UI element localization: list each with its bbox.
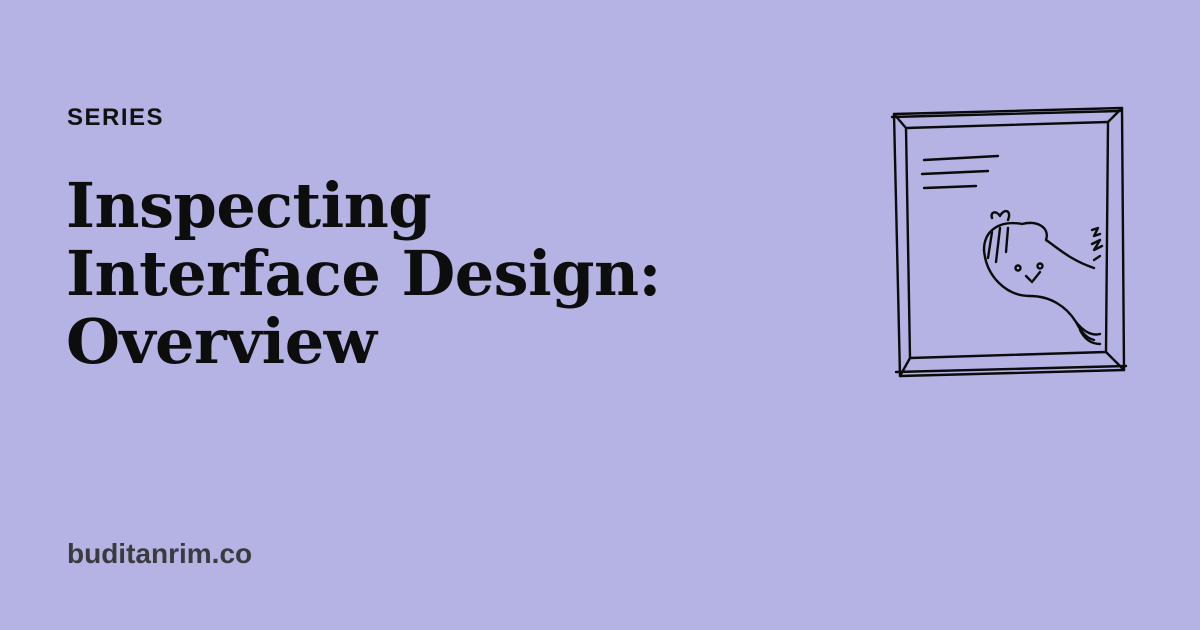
window-frame-inner <box>892 106 1126 378</box>
sketch-window-peeking-face-icon <box>890 106 1128 378</box>
series-label: SERIES <box>67 104 165 131</box>
social-card: SERIES Inspecting Interface Design: Over… <box>0 0 1200 630</box>
text-lines-sketch <box>920 154 1000 190</box>
page-title: Inspecting Interface Design: Overview <box>66 169 826 379</box>
title-line-1: Inspecting <box>66 169 432 242</box>
title-line-3: Overview <box>66 305 377 379</box>
window-frame-outer <box>890 106 1128 378</box>
hair-scribbles <box>1090 226 1104 262</box>
title-line-2: Interface Design: <box>66 237 661 311</box>
site-domain: buditanrim.co <box>67 538 253 569</box>
peeking-face-sketch <box>982 209 1102 346</box>
